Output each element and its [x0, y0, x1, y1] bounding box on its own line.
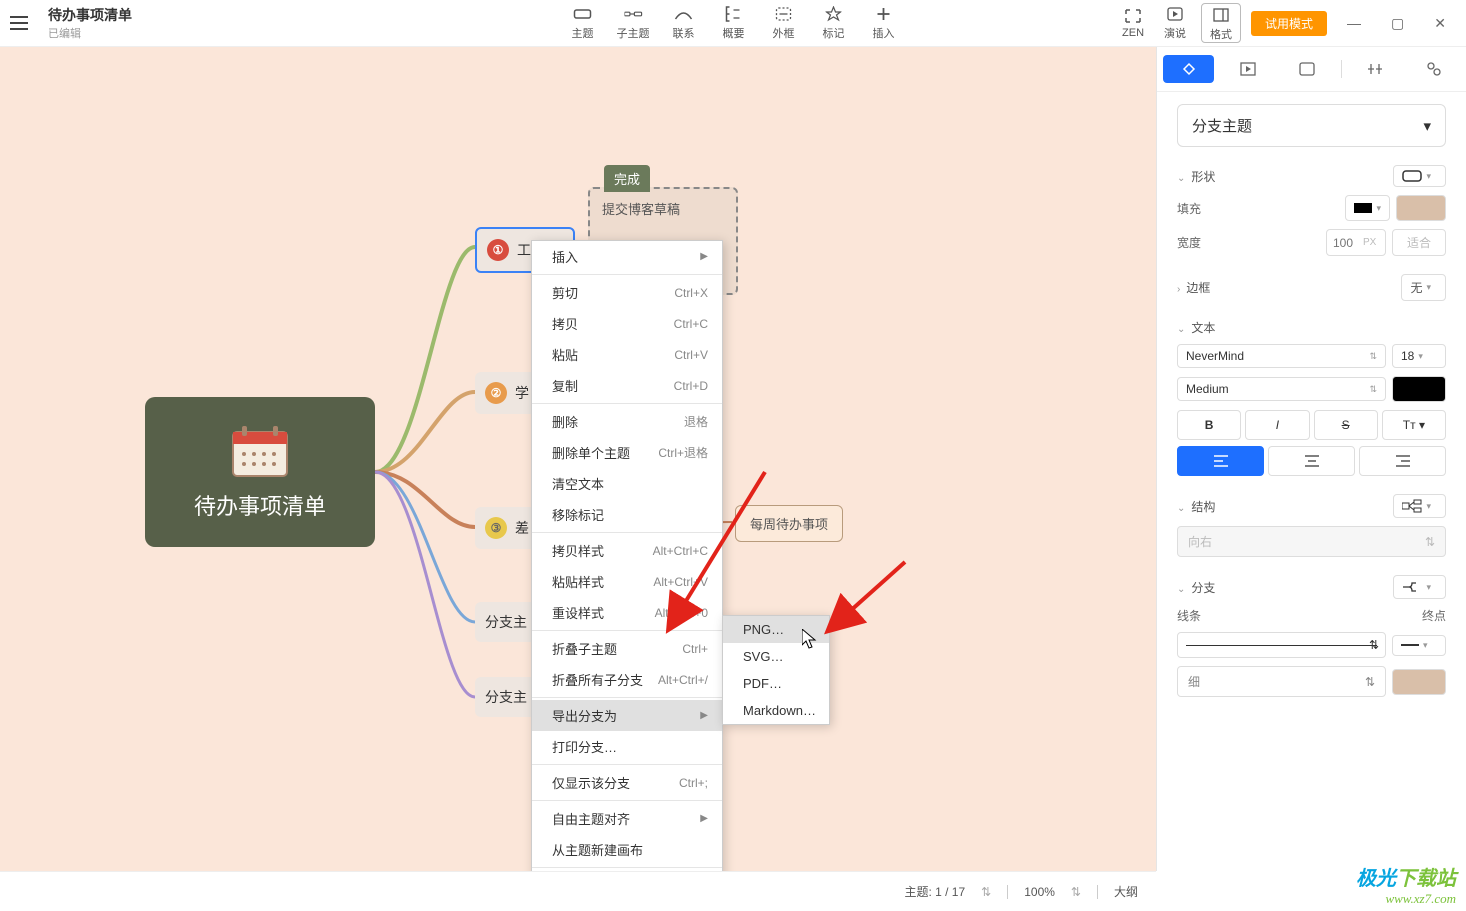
zoom-stepper[interactable]: ⇅ — [1071, 885, 1081, 899]
ctx-reset-style[interactable]: 重设样式Alt+Ctrl+0 — [532, 597, 722, 628]
tb-present[interactable]: 演说 — [1159, 5, 1191, 41]
tb-zen[interactable]: ZEN — [1117, 7, 1149, 39]
note-text: 提交博客草稿 — [590, 189, 736, 228]
tab-more[interactable] — [1409, 55, 1460, 83]
sec-border[interactable]: 边框 — [1186, 281, 1210, 295]
doc-subtitle: 已编辑 — [48, 25, 132, 41]
bold-btn[interactable]: B — [1177, 410, 1241, 440]
annotation-arrow-2 — [820, 557, 910, 637]
tb-summary[interactable]: 概要 — [718, 5, 750, 41]
strike-btn[interactable]: S — [1314, 410, 1378, 440]
badge-3-icon: ③ — [485, 517, 507, 539]
status-bar: 主题: 1 / 17 ⇅ 100% ⇅ 大纲 — [0, 871, 1156, 911]
ctx-export-branch[interactable]: 导出分支为▶ — [532, 700, 722, 731]
tb-marker[interactable]: 标记 — [818, 5, 850, 41]
ctx-delete[interactable]: 删除退格 — [532, 406, 722, 437]
sec-structure[interactable]: 结构 — [1191, 500, 1215, 514]
tb-insert[interactable]: 插入 — [868, 5, 900, 41]
doc-title: 待办事项清单 — [48, 5, 132, 25]
outline-btn[interactable]: 大纲 — [1114, 883, 1138, 900]
ctx-print-branch[interactable]: 打印分支… — [532, 731, 722, 762]
branch-color[interactable] — [1392, 669, 1446, 695]
fontsize-dd[interactable]: 18▾ — [1392, 344, 1446, 368]
export-markdown[interactable]: Markdown… — [723, 697, 829, 724]
ctx-copy[interactable]: 拷贝Ctrl+C — [532, 308, 722, 339]
sec-text[interactable]: 文本 — [1191, 321, 1215, 335]
branch-dd[interactable]: ▾ — [1393, 575, 1446, 599]
sec-branch[interactable]: 分支 — [1191, 581, 1215, 595]
line-style-dd[interactable]: ⇅ — [1177, 632, 1386, 658]
case-btn[interactable]: Tᴛ ▾ — [1382, 410, 1446, 440]
topic-count: 主题: 1 / 17 — [904, 883, 965, 900]
structure-dd[interactable]: ▾ — [1393, 494, 1446, 518]
ctx-duplicate[interactable]: 复制Ctrl+D — [532, 370, 722, 401]
ctx-new-canvas[interactable]: 从主题新建画布 — [532, 834, 722, 865]
window-minimize[interactable]: — — [1337, 15, 1371, 31]
cursor-icon — [802, 629, 818, 654]
tab-style[interactable] — [1163, 55, 1214, 83]
ctx-reset-pos[interactable]: 重设位置 — [532, 870, 722, 871]
root-label: 待办事项清单 — [194, 489, 326, 521]
tb-boundary[interactable]: 外框 — [768, 5, 800, 41]
weekly-node[interactable]: 每周待办事项 — [735, 505, 843, 542]
context-menu: 插入▶ 剪切Ctrl+X 拷贝Ctrl+C 粘贴Ctrl+V 复制Ctrl+D … — [531, 240, 723, 871]
thickness-dd[interactable]: 细⇅ — [1177, 666, 1386, 697]
ctx-copy-style[interactable]: 拷贝样式Alt+Ctrl+C — [532, 535, 722, 566]
window-close[interactable]: ✕ — [1424, 15, 1456, 32]
topic-count-stepper[interactable]: ⇅ — [981, 885, 991, 899]
ctx-delete-single[interactable]: 删除单个主题Ctrl+退格 — [532, 437, 722, 468]
align-left[interactable] — [1177, 446, 1264, 476]
text-color[interactable] — [1392, 376, 1446, 402]
tb-relation[interactable]: 联系 — [668, 5, 700, 41]
shape-dd[interactable]: ▾ — [1393, 165, 1446, 187]
tb-topic[interactable]: 主题 — [567, 5, 599, 41]
fill-color[interactable] — [1396, 195, 1446, 221]
ctx-insert[interactable]: 插入▶ — [532, 241, 722, 272]
format-panel: 分支主题▾ ⌄形状 ▾ 填充 ▾ 宽度 PX 适合 ›边框 无▾ — [1156, 47, 1466, 871]
tab-slide[interactable] — [1222, 55, 1273, 83]
tb-format[interactable]: 格式 — [1201, 3, 1241, 43]
fit-btn[interactable]: 适合 — [1392, 229, 1446, 256]
direction-dd: 向右⇅ — [1177, 526, 1446, 557]
topic-type-dd[interactable]: 分支主题▾ — [1177, 104, 1446, 147]
ctx-paste-style[interactable]: 粘贴样式Alt+Ctrl+V — [532, 566, 722, 597]
badge-2-icon: ② — [485, 382, 507, 404]
badge-1-icon: ① — [487, 239, 509, 261]
ctx-remove-marker[interactable]: 移除标记 — [532, 499, 722, 530]
fill-type-dd[interactable]: ▾ — [1345, 195, 1390, 221]
root-node[interactable]: 待办事项清单 — [145, 397, 375, 547]
ctx-cut[interactable]: 剪切Ctrl+X — [532, 277, 722, 308]
trial-button[interactable]: 试用模式 — [1251, 11, 1327, 36]
italic-btn[interactable]: I — [1245, 410, 1309, 440]
export-pdf[interactable]: PDF… — [723, 670, 829, 697]
weight-dd[interactable]: Medium⇅ — [1177, 377, 1386, 401]
done-tag: 完成 — [604, 165, 650, 192]
ctx-paste[interactable]: 粘贴Ctrl+V — [532, 339, 722, 370]
align-right[interactable] — [1359, 446, 1446, 476]
border-dd[interactable]: 无▾ — [1401, 274, 1446, 301]
calendar-icon — [230, 424, 290, 479]
watermark: 极光下载站 www.xz7.com — [1356, 862, 1456, 907]
align-center[interactable] — [1268, 446, 1355, 476]
tb-subtopic[interactable]: 子主题 — [617, 5, 650, 41]
ctx-fold-sub[interactable]: 折叠子主题Ctrl+ — [532, 633, 722, 664]
sec-shape[interactable]: 形状 — [1191, 170, 1215, 184]
zoom-level[interactable]: 100% — [1024, 885, 1055, 899]
width-input[interactable]: PX — [1326, 229, 1386, 256]
tab-snap[interactable] — [1350, 55, 1401, 83]
tab-info[interactable] — [1281, 55, 1332, 83]
menu-icon[interactable] — [10, 16, 28, 30]
canvas[interactable]: 待办事项清单 完成 提交博客草稿 ①工 ②学 ③差 分支主 分支主 每周待办事项… — [0, 47, 1156, 871]
endpoint-dd[interactable]: ▾ — [1392, 635, 1446, 656]
ctx-free-align[interactable]: 自由主题对齐▶ — [532, 803, 722, 834]
ctx-clear-text[interactable]: 清空文本 — [532, 468, 722, 499]
window-maximize[interactable]: ▢ — [1381, 15, 1414, 32]
font-dd[interactable]: NeverMind⇅ — [1177, 344, 1386, 368]
ctx-fold-all[interactable]: 折叠所有子分支Alt+Ctrl+/ — [532, 664, 722, 695]
ctx-show-only[interactable]: 仅显示该分支Ctrl+; — [532, 767, 722, 798]
